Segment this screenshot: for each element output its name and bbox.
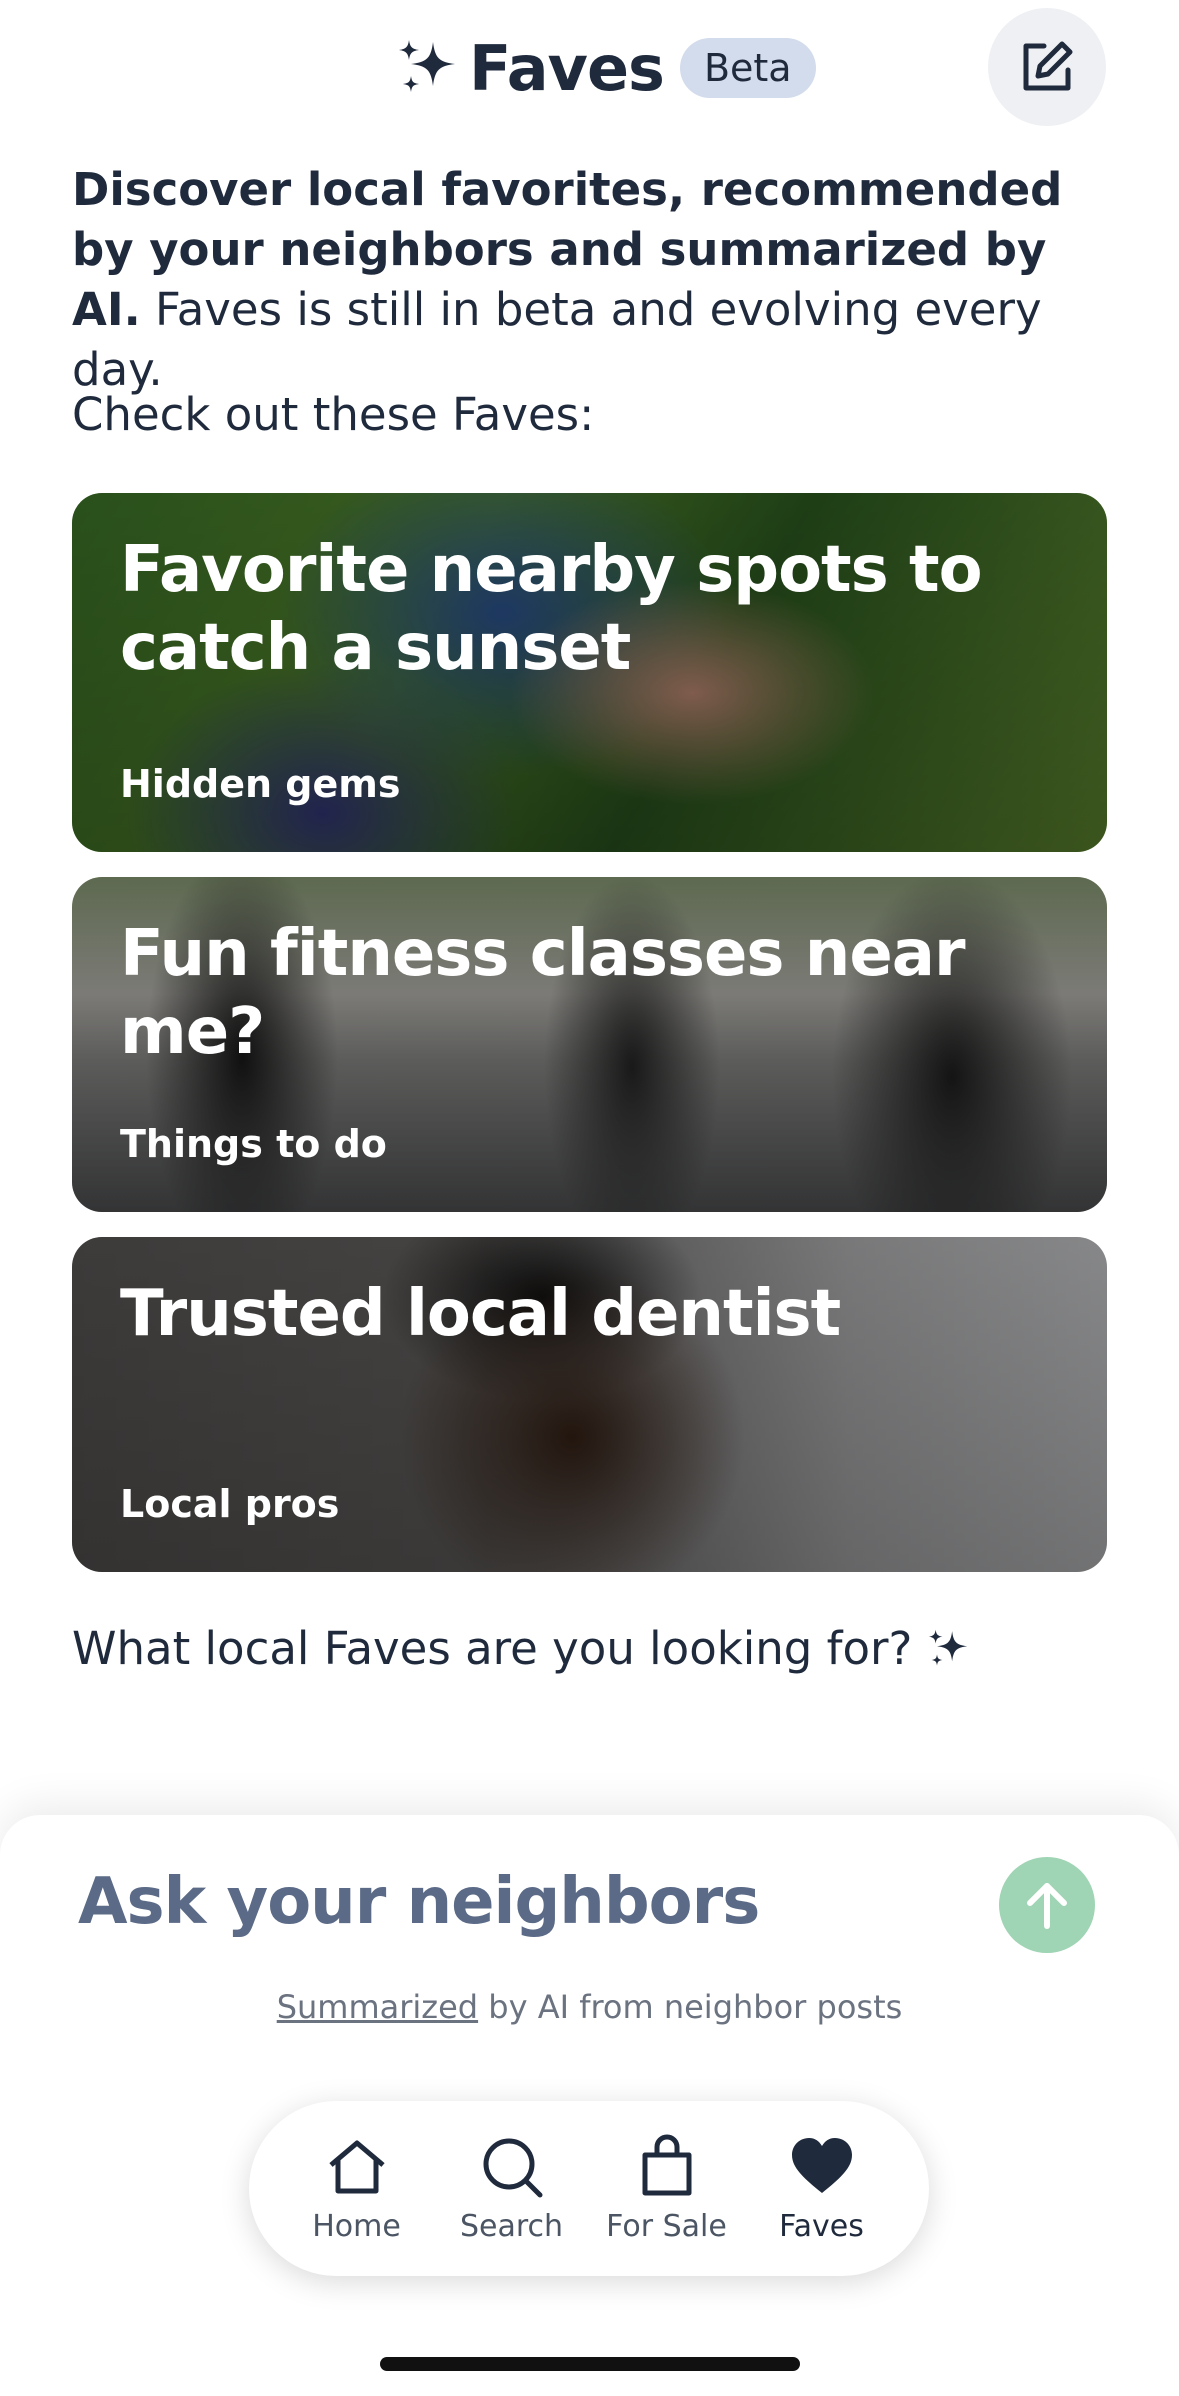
- send-button[interactable]: [999, 1857, 1095, 1953]
- bottom-nav: Home Search For Sale Faves: [249, 2101, 929, 2276]
- summarized-link[interactable]: Summarized: [277, 1988, 478, 2026]
- intro-text: Discover local favorites, recommended by…: [72, 160, 1112, 400]
- nav-label: Faves: [779, 2209, 864, 2244]
- arrow-up-icon: [1027, 1883, 1067, 1929]
- card-category: Local pros: [120, 1482, 340, 1526]
- nav-label: For Sale: [606, 2209, 727, 2244]
- card-title: Favorite nearby spots to catch a sunset: [120, 533, 983, 685]
- ask-note: Summarized by AI from neighbor posts: [0, 1988, 1179, 2026]
- nav-item-home[interactable]: Home: [282, 2133, 432, 2244]
- heart-icon: [791, 2138, 852, 2193]
- title-group: Faves Beta: [395, 28, 816, 108]
- fave-card-dentist[interactable]: Trusted local dentist Local pros: [72, 1237, 1107, 1572]
- sparkle-icon: [929, 1629, 968, 1665]
- home-indicator: [380, 2357, 800, 2371]
- ask-note-rest: by AI from neighbor posts: [478, 1988, 903, 2026]
- nav-item-faves[interactable]: Faves: [747, 2133, 897, 2244]
- card-title: Fun fitness classes near me?: [120, 917, 966, 1069]
- nav-label: Home: [312, 2209, 401, 2244]
- card-title: Trusted local dentist: [120, 1277, 841, 1351]
- card-category: Things to do: [120, 1122, 387, 1166]
- looking-prompt: What local Faves are you looking for?: [72, 1622, 970, 1675]
- intro-regular: Faves is still in beta and evolving ever…: [72, 283, 1042, 396]
- fave-card-sunset[interactable]: Favorite nearby spots to catch a sunset …: [72, 493, 1107, 852]
- nav-item-search[interactable]: Search: [437, 2133, 587, 2244]
- card-category: Hidden gems: [120, 762, 401, 806]
- edit-button[interactable]: [988, 8, 1106, 126]
- sparkle-icon: [399, 40, 455, 92]
- fave-card-fitness[interactable]: Fun fitness classes near me? Things to d…: [72, 877, 1107, 1212]
- search-icon: [483, 2138, 542, 2198]
- shopping-bag-icon: [642, 2134, 691, 2196]
- ask-input[interactable]: Ask your neighbors: [78, 1865, 760, 1939]
- nav-label: Search: [459, 2209, 564, 2244]
- nav-item-for-sale[interactable]: For Sale: [592, 2133, 742, 2244]
- beta-badge: Beta: [679, 38, 816, 98]
- app-title: Faves: [469, 31, 665, 105]
- header: Faves Beta: [0, 0, 1179, 140]
- looking-prompt-text: What local Faves are you looking for?: [72, 1622, 913, 1675]
- home-icon: [328, 2140, 385, 2194]
- edit-icon: [1023, 41, 1073, 91]
- check-out-label: Check out these Faves:: [72, 388, 595, 441]
